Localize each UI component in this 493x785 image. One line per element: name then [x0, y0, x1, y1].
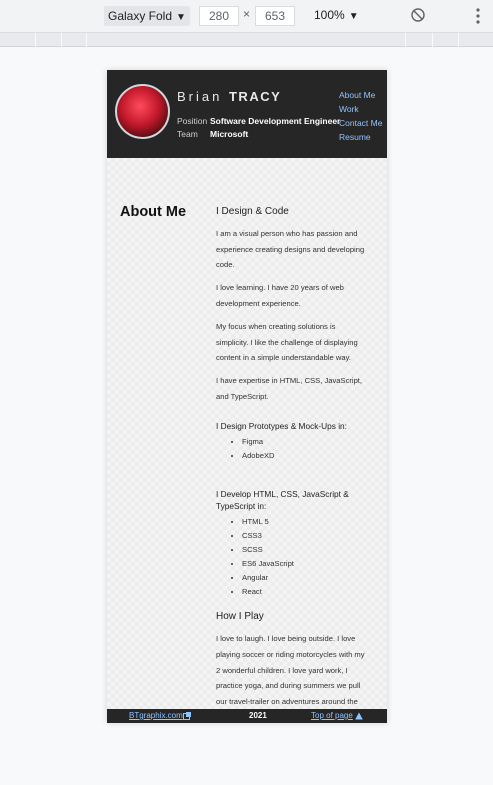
profile-name: Brian TRACY [177, 89, 281, 104]
last-name: TRACY [228, 89, 282, 104]
more-options-icon[interactable] [475, 7, 481, 25]
device-viewport: Brian TRACY Position Software Developmen… [107, 70, 387, 723]
develop-title: I Develop HTML, CSS, JavaScript & TypeSc… [216, 489, 349, 511]
device-select[interactable]: Galaxy Fold ▼ [104, 6, 190, 26]
design-title: I Design & Code [216, 206, 289, 217]
nav-contact-me[interactable]: Contact Me [339, 118, 382, 128]
position-label: Position [177, 116, 208, 126]
device-toolbar: Galaxy Fold ▼ 280 × 653 100% ▼ [0, 0, 493, 33]
width-input[interactable]: 280 [199, 6, 239, 26]
footer-year: 2021 [249, 711, 267, 720]
top-of-page-link[interactable]: Top of page [311, 709, 353, 723]
device-name: Galaxy Fold [108, 9, 173, 23]
zoom-select[interactable]: 100% ▼ [314, 8, 359, 22]
rotate-disabled-icon[interactable] [410, 7, 426, 23]
position-value: Software Development Engineer [210, 116, 341, 126]
list-item: CSS3 [242, 529, 366, 543]
paragraph: I love learning. I have 20 years of web … [216, 283, 344, 308]
list-item: React [242, 585, 366, 599]
chevron-down-icon: ▼ [176, 12, 186, 23]
prototypes-list: Figma AdobeXD [216, 435, 366, 463]
play-title: How I Play [216, 611, 264, 623]
prototypes-title: I Design Prototypes & Mock-Ups in: [216, 420, 347, 431]
dimension-separator: × [243, 7, 251, 21]
nav-resume[interactable]: Resume [339, 132, 371, 142]
list-item: ES6 JavaScript [242, 557, 366, 571]
site-footer: BTgraphix.com 2021 Top of page [107, 709, 387, 723]
develop-list: HTML 5 CSS3 SCSS ES6 JavaScript Angular … [216, 515, 366, 599]
height-input[interactable]: 653 [255, 6, 295, 26]
paragraph: I have expertise in HTML, CSS, JavaScrip… [216, 376, 363, 401]
list-item: HTML 5 [242, 515, 366, 529]
team-label: Team [177, 129, 198, 139]
list-item: Angular [242, 571, 366, 585]
chevron-down-icon: ▼ [348, 11, 359, 22]
avatar [115, 84, 170, 139]
nav-work[interactable]: Work [339, 104, 359, 114]
team-value: Microsoft [210, 129, 249, 139]
site-header: Brian TRACY Position Software Developmen… [107, 70, 387, 158]
footer-site-link[interactable]: BTgraphix.com [129, 709, 183, 723]
list-item: Figma [242, 435, 366, 449]
list-item: SCSS [242, 543, 366, 557]
nav-about-me[interactable]: About Me [339, 90, 375, 100]
external-link-icon[interactable] [183, 712, 191, 720]
zoom-value: 100% [314, 8, 345, 22]
first-name: Brian [177, 89, 223, 104]
list-item: AdobeXD [242, 449, 366, 463]
about-content: I Design & Code I am a visual person who… [216, 204, 366, 723]
media-query-ruler[interactable] [0, 33, 493, 47]
paragraph: My focus when creating solutions is simp… [216, 321, 358, 363]
paragraph: I am a visual person who has passion and… [216, 228, 365, 270]
arrow-up-icon[interactable] [355, 712, 363, 720]
about-heading: About Me [120, 204, 187, 220]
